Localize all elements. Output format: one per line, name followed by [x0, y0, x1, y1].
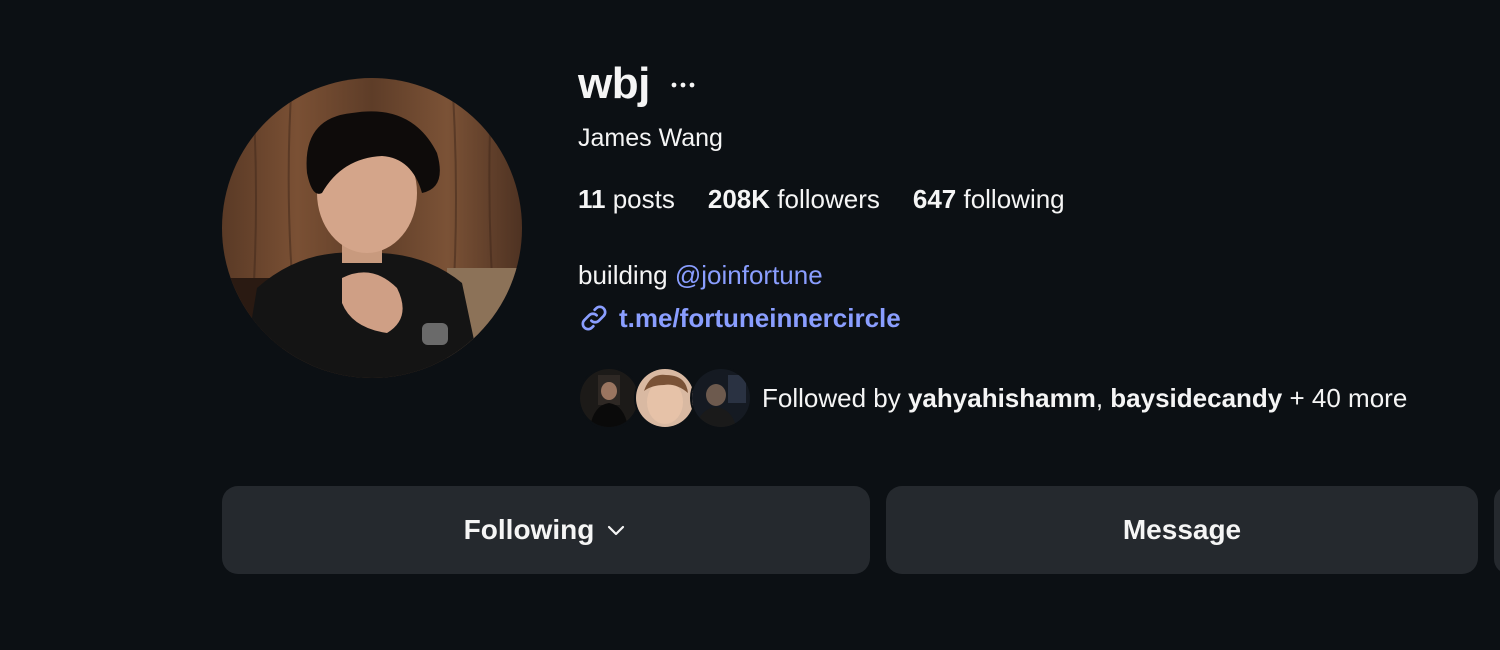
posts-label: posts: [605, 184, 675, 214]
external-link[interactable]: t.me/fortuneinnercircle: [578, 302, 901, 334]
username-row: wbj: [578, 56, 696, 112]
full-name: James Wang: [578, 124, 723, 152]
followed-by-prefix: Followed by: [762, 382, 908, 413]
following-button-label: Following: [463, 514, 595, 545]
message-button-label: Message: [1122, 514, 1242, 545]
follower-avatar: [578, 367, 640, 429]
posts-stat: 11 posts: [578, 184, 675, 215]
chevron-down-icon: [608, 525, 625, 536]
link-icon: [581, 305, 607, 331]
followed-by-separator: ,: [1095, 382, 1111, 413]
followed-by-text: Followed by yahyahishamm, baysidecandy +…: [762, 383, 1407, 414]
followers-stat[interactable]: 208K followers: [708, 184, 880, 215]
followed-by-avatars: [578, 367, 752, 429]
profile-avatar[interactable]: [222, 78, 522, 378]
following-label: following: [956, 184, 1065, 214]
followed-by-user-1: yahyahishamm: [907, 382, 1096, 413]
followers-label: followers: [770, 184, 880, 214]
message-button[interactable]: Message: [886, 486, 1478, 574]
bio: building @joinfortune: [578, 260, 823, 291]
bio-mention-link[interactable]: @joinfortune: [675, 260, 823, 290]
follower-avatar: [690, 367, 752, 429]
following-stat[interactable]: 647 following: [913, 184, 1065, 215]
following-button[interactable]: Following: [222, 486, 870, 574]
profile-stats: 11 posts 208K followers 647 following: [578, 184, 1098, 215]
followed-by-suffix: + 40 more: [1282, 382, 1408, 413]
external-link-text: t.me/fortuneinnercircle: [619, 302, 901, 333]
followed-by-user-2: baysidecandy: [1110, 382, 1283, 413]
followers-count: 208K: [707, 184, 771, 214]
username: wbj: [578, 59, 650, 108]
avatar-image: [222, 78, 522, 378]
posts-count: 11: [578, 184, 606, 214]
followed-by[interactable]: Followed by yahyahishamm, baysidecandy +…: [578, 367, 1407, 429]
bio-text: building: [578, 260, 675, 290]
follower-avatar: [634, 367, 696, 429]
profile-page: wbj James Wang 11 posts 208K followers 6…: [0, 0, 1500, 650]
following-count: 647: [912, 184, 957, 214]
suggested-accounts-button[interactable]: [1494, 486, 1500, 574]
ellipsis-icon[interactable]: [670, 72, 696, 98]
